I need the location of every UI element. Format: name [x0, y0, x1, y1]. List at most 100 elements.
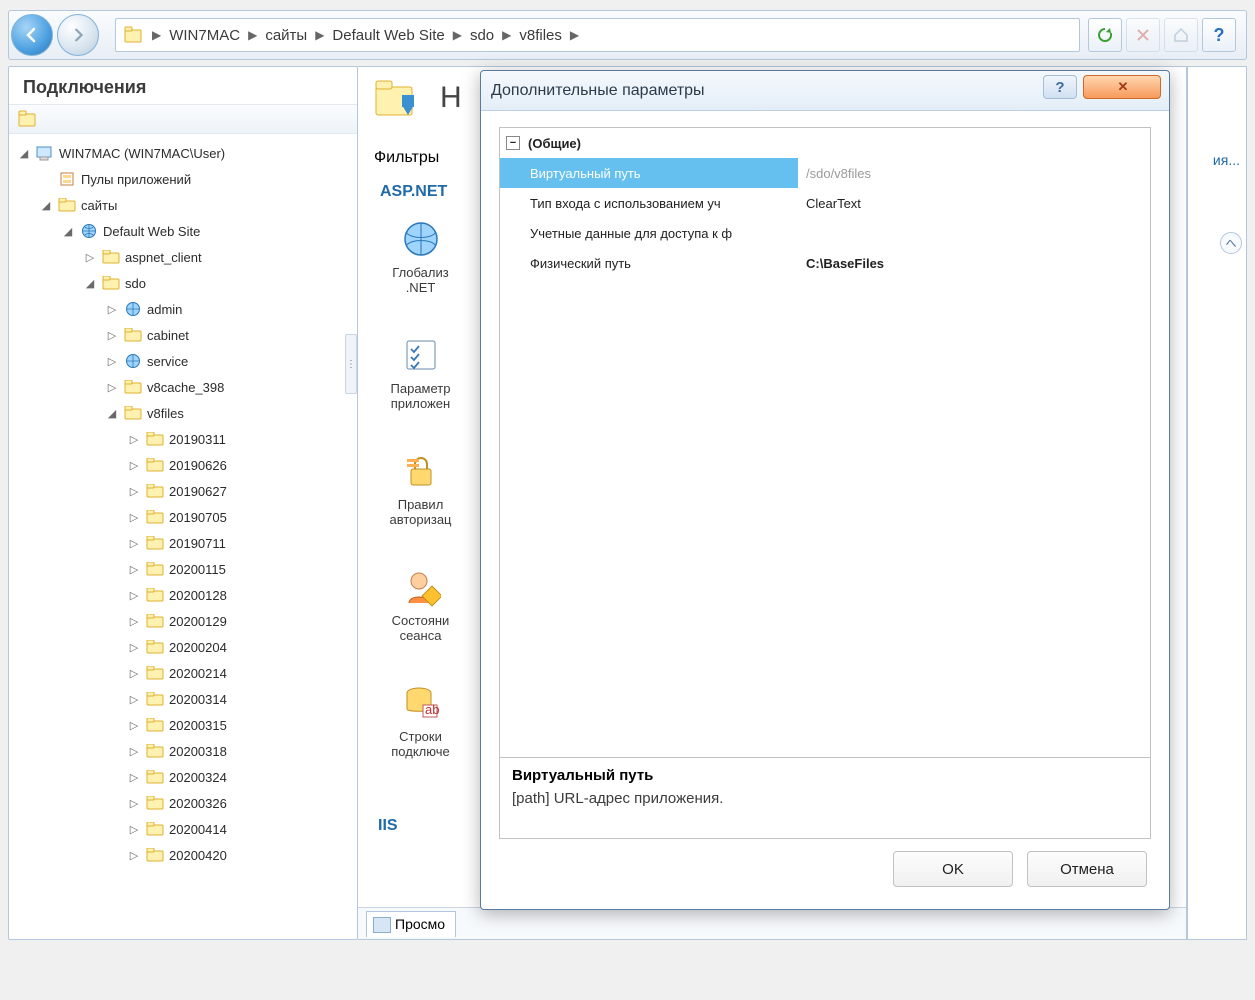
expander-icon[interactable]: ▷	[127, 771, 141, 784]
expander-icon[interactable]: ▷	[105, 329, 119, 342]
add-connection-icon[interactable]	[17, 110, 39, 128]
tree-folder[interactable]: ▷ 20200314	[11, 686, 355, 712]
property-row[interactable]: Физический путь C:\BaseFiles	[500, 248, 1150, 278]
tree-label: сайты	[81, 198, 117, 213]
feature-authorization[interactable]: Правил авторизац	[368, 449, 473, 527]
tree-folder[interactable]: ▷ 20200204	[11, 634, 355, 660]
breadcrumb-seg-4[interactable]: v8files	[513, 27, 568, 44]
expander-icon[interactable]: ▷	[127, 589, 141, 602]
tree-folder[interactable]: ▷ 20200420	[11, 842, 355, 868]
expander-icon[interactable]: ▷	[127, 849, 141, 862]
expander-icon[interactable]: ▷	[127, 823, 141, 836]
property-grid[interactable]: − (Общие) Виртуальный путь /sdo/v8files …	[499, 127, 1151, 758]
tree-item-v8files[interactable]: ◢ v8files	[11, 400, 355, 426]
expander-icon[interactable]: ▷	[83, 251, 97, 264]
collapse-icon[interactable]: −	[506, 136, 520, 150]
breadcrumb-seg-3[interactable]: sdo	[464, 27, 500, 44]
property-description-text: [path] URL-адрес приложения.	[512, 790, 1138, 807]
tree-server-node[interactable]: ◢ WIN7MAC (WIN7MAC\User)	[11, 140, 355, 166]
tree-folder[interactable]: ▷ 20200315	[11, 712, 355, 738]
tree-folder[interactable]: ▷ 20200326	[11, 790, 355, 816]
expander-icon[interactable]: ◢	[83, 277, 97, 290]
property-row[interactable]: Тип входа с использованием уч ClearText	[500, 188, 1150, 218]
tree-folder[interactable]: ▷ 20200414	[11, 816, 355, 842]
expander-icon[interactable]: ▷	[127, 537, 141, 550]
expander-icon[interactable]: ▷	[127, 797, 141, 810]
expander-icon[interactable]: ◢	[39, 199, 53, 212]
feature-session-state[interactable]: Состояни сеанса	[368, 565, 473, 643]
tree-folder[interactable]: ▷ 20190311	[11, 426, 355, 452]
expander-icon[interactable]: ▷	[127, 433, 141, 446]
tree-item-v8cache_398[interactable]: ▷ v8cache_398	[11, 374, 355, 400]
stop-button[interactable]	[1126, 18, 1160, 52]
expander-icon[interactable]: ▷	[127, 693, 141, 706]
expander-icon[interactable]: ▷	[105, 303, 119, 316]
expander-icon[interactable]: ▷	[127, 719, 141, 732]
tree-label: Пулы приложений	[81, 172, 191, 187]
dialog-close-button[interactable]: ✕	[1083, 75, 1161, 99]
property-row[interactable]: Учетные данные для доступа к ф	[500, 218, 1150, 248]
feature-globalization[interactable]: Глобализ .NET	[368, 217, 473, 295]
breadcrumb-seg-1[interactable]: сайты	[259, 27, 313, 44]
expander-icon[interactable]: ▷	[127, 745, 141, 758]
breadcrumb-home-icon[interactable]	[122, 24, 146, 46]
dialog-help-button[interactable]: ?	[1043, 75, 1077, 99]
expander-icon[interactable]: ◢	[17, 147, 31, 160]
property-value[interactable]: C:\BaseFiles	[798, 248, 1150, 278]
tree-folder[interactable]: ▷ 20200324	[11, 764, 355, 790]
back-button[interactable]	[11, 14, 53, 56]
tree-folder[interactable]: ▷ 20190711	[11, 530, 355, 556]
breadcrumb[interactable]: ▶ WIN7MAC ▶ сайты ▶ Default Web Site ▶ s…	[115, 18, 1080, 52]
breadcrumb-seg-2[interactable]: Default Web Site	[326, 27, 450, 44]
feature-app-settings[interactable]: Параметр приложен	[368, 333, 473, 411]
refresh-button[interactable]	[1088, 18, 1122, 52]
expander-icon[interactable]: ▷	[127, 511, 141, 524]
tree-folder[interactable]: ▷ 20190705	[11, 504, 355, 530]
expander-icon[interactable]: ▷	[127, 667, 141, 680]
property-value[interactable]: ClearText	[798, 188, 1150, 218]
home-button[interactable]	[1164, 18, 1198, 52]
tree-folder[interactable]: ▷ 20200318	[11, 738, 355, 764]
forward-button[interactable]	[57, 14, 99, 56]
property-group[interactable]: − (Общие)	[500, 128, 1150, 158]
tree-aspnet-client[interactable]: ▷ aspnet_client	[11, 244, 355, 270]
folder-icon	[145, 690, 165, 708]
feature-connection-strings[interactable]: ab Строки подключе	[368, 681, 473, 759]
tree-folder[interactable]: ▷ 20200214	[11, 660, 355, 686]
tree-splitter-handle[interactable]: ⋮	[345, 334, 357, 394]
breadcrumb-seg-0[interactable]: WIN7MAC	[163, 27, 246, 44]
connections-tree[interactable]: ◢ WIN7MAC (WIN7MAC\User) Пулы приложений…	[9, 134, 357, 939]
expander-icon[interactable]: ▷	[105, 355, 119, 368]
tree-item-service[interactable]: ▷ service	[11, 348, 355, 374]
tree-sites[interactable]: ◢ сайты	[11, 192, 355, 218]
property-row[interactable]: Виртуальный путь /sdo/v8files	[500, 158, 1150, 188]
expander-icon[interactable]: ▷	[127, 615, 141, 628]
expander-icon[interactable]: ▷	[127, 641, 141, 654]
tree-item-cabinet[interactable]: ▷ cabinet	[11, 322, 355, 348]
dialog-titlebar[interactable]: Дополнительные параметры ? ✕	[481, 71, 1169, 111]
expander-icon[interactable]: ▷	[127, 485, 141, 498]
tree-default-site[interactable]: ◢ Default Web Site	[11, 218, 355, 244]
tree-folder[interactable]: ▷ 20190626	[11, 452, 355, 478]
expander-icon[interactable]: ▷	[127, 563, 141, 576]
tree-folder[interactable]: ▷ 20200115	[11, 556, 355, 582]
tree-app-pools[interactable]: Пулы приложений	[11, 166, 355, 192]
actions-link-truncated[interactable]: ия...	[1213, 152, 1240, 168]
ok-button[interactable]: OK	[893, 851, 1013, 887]
features-view-tab[interactable]: Просмо	[366, 911, 456, 937]
cancel-button[interactable]: Отмена	[1027, 851, 1147, 887]
property-description-title: Виртуальный путь	[512, 767, 1138, 784]
actions-expand-button[interactable]: へ	[1220, 232, 1242, 254]
tree-folder[interactable]: ▷ 20190627	[11, 478, 355, 504]
expander-icon[interactable]: ◢	[105, 407, 119, 420]
tree-folder[interactable]: ▷ 20200129	[11, 608, 355, 634]
expander-icon[interactable]: ▷	[105, 381, 119, 394]
tree-item-admin[interactable]: ▷ admin	[11, 296, 355, 322]
expander-icon[interactable]: ◢	[61, 225, 75, 238]
tree-folder[interactable]: ▷ 20200128	[11, 582, 355, 608]
property-value[interactable]	[798, 218, 1150, 248]
property-value[interactable]: /sdo/v8files	[798, 158, 1150, 188]
tree-sdo[interactable]: ◢ sdo	[11, 270, 355, 296]
expander-icon[interactable]: ▷	[127, 459, 141, 472]
help-button[interactable]: ?	[1202, 18, 1236, 52]
